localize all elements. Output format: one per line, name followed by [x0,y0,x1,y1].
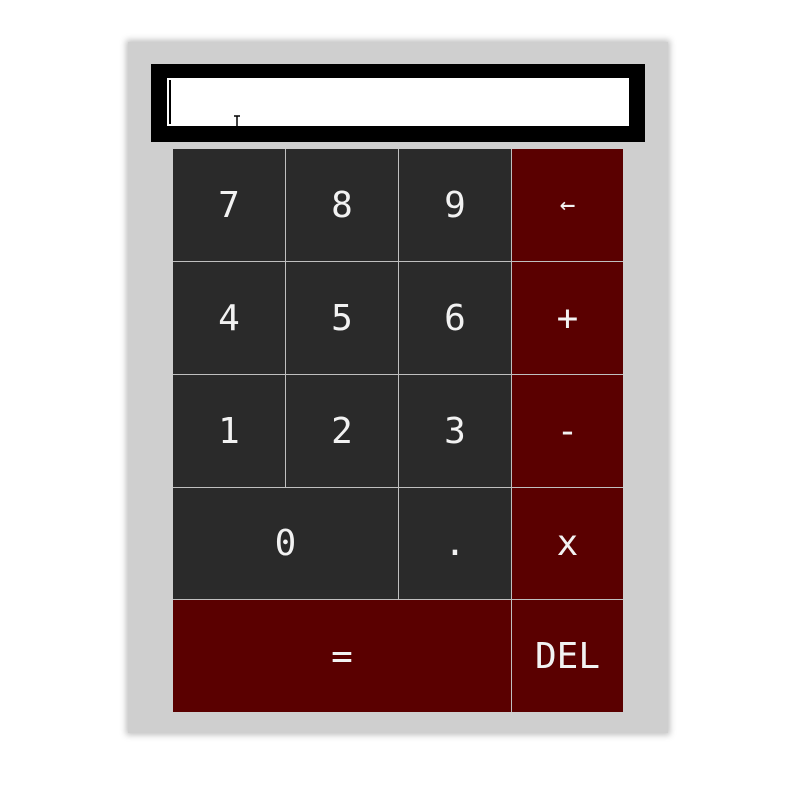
key-2[interactable]: 2 [286,375,399,488]
key-8[interactable]: 8 [286,149,399,262]
calculator: 7 8 9 ← 4 5 6 + 1 2 3 - 0 . x = DEL [128,42,668,733]
multiply-key[interactable]: x [512,488,623,600]
key-5[interactable]: 5 [286,262,399,375]
decimal-key[interactable]: . [399,488,512,600]
backspace-key[interactable]: ← [512,149,623,262]
key-1[interactable]: 1 [173,375,286,488]
plus-key[interactable]: + [512,262,623,375]
key-7[interactable]: 7 [173,149,286,262]
ibeam-cursor-icon [234,115,240,131]
key-3[interactable]: 3 [399,375,512,488]
key-4[interactable]: 4 [173,262,286,375]
key-6[interactable]: 6 [399,262,512,375]
keypad: 7 8 9 ← 4 5 6 + 1 2 3 - 0 . x = DEL [173,149,623,712]
equals-key[interactable]: = [173,600,512,712]
key-9[interactable]: 9 [399,149,512,262]
minus-key[interactable]: - [512,375,623,488]
display-frame [151,64,645,142]
delete-key[interactable]: DEL [512,600,623,712]
key-0[interactable]: 0 [173,488,399,600]
text-caret [169,80,171,124]
